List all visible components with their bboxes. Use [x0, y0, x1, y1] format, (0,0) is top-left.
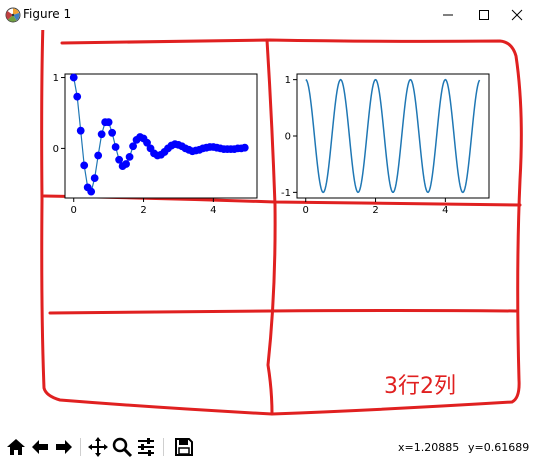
- data-point-marker: [69, 73, 78, 82]
- maximize-button[interactable]: [466, 0, 502, 30]
- configure-subplots-button[interactable]: [135, 436, 157, 458]
- data-point-marker: [87, 187, 96, 196]
- annotation-middle-line: [265, 38, 277, 416]
- data-point-marker: [104, 118, 113, 127]
- forward-button[interactable]: [53, 436, 75, 458]
- zoom-button[interactable]: [111, 436, 133, 458]
- back-button[interactable]: [29, 436, 51, 458]
- save-icon: [175, 438, 193, 456]
- subplot-2-frame: [296, 73, 490, 199]
- y-tick-label: -1: [281, 188, 291, 199]
- window-title: Figure 1: [23, 7, 72, 21]
- pan-button[interactable]: [87, 436, 109, 458]
- minimize-button[interactable]: [430, 0, 466, 30]
- save-button[interactable]: [173, 436, 195, 458]
- subplot-cosine-wave: -1 0 1 0 2 4: [281, 73, 490, 216]
- annotation-lower-row-line: [48, 309, 518, 315]
- data-point-marker: [73, 92, 82, 101]
- pan-icon: [88, 437, 108, 457]
- y-tick-label: 0: [285, 132, 291, 143]
- close-button[interactable]: [499, 0, 535, 30]
- data-point-marker: [115, 155, 124, 164]
- x-tick-label: 2: [372, 205, 378, 216]
- data-point-marker: [240, 143, 249, 152]
- x-tick-label: 0: [71, 205, 77, 216]
- y-tick-label: 1: [285, 75, 291, 86]
- data-point-marker: [97, 130, 106, 139]
- data-point-marker: [76, 126, 85, 135]
- matplotlib-logo-icon: [5, 7, 21, 23]
- data-point-marker: [108, 128, 117, 137]
- navigation-toolbar: x=1.20885 y=0.61689: [0, 432, 535, 462]
- maximize-icon: [479, 10, 489, 20]
- toolbar-separator: [163, 438, 164, 456]
- data-point-marker: [94, 151, 103, 160]
- data-point-marker: [122, 160, 130, 168]
- data-point-marker: [90, 174, 99, 183]
- home-button[interactable]: [5, 436, 27, 458]
- configure-subplots-icon: [138, 438, 154, 456]
- back-arrow-icon: [32, 440, 48, 454]
- y-tick-label: 0: [53, 144, 59, 155]
- x-tick-label: 4: [210, 205, 216, 216]
- data-point-marker: [111, 143, 120, 151]
- annotation-label: 3行2列: [384, 374, 456, 399]
- data-point-marker: [80, 161, 89, 170]
- minimize-icon: [443, 14, 453, 16]
- window-titlebar: Figure 1: [0, 0, 535, 30]
- toolbar-separator: [80, 438, 81, 456]
- x-tick-label: 2: [140, 205, 146, 216]
- home-icon: [7, 439, 25, 455]
- subplot-damped-oscillation: 0 1 0 2 4: [53, 73, 258, 216]
- x-tick-label: 4: [442, 205, 448, 216]
- zoom-icon: [112, 437, 133, 458]
- close-icon: [511, 9, 523, 21]
- y-tick-label: 1: [53, 73, 59, 84]
- forward-arrow-icon: [56, 440, 72, 454]
- data-point-marker: [129, 142, 137, 151]
- cursor-y-readout: y=0.61689: [468, 441, 530, 454]
- cursor-x-readout: x=1.20885: [398, 441, 460, 454]
- data-point-marker: [125, 153, 134, 161]
- x-tick-label: 0: [303, 205, 309, 216]
